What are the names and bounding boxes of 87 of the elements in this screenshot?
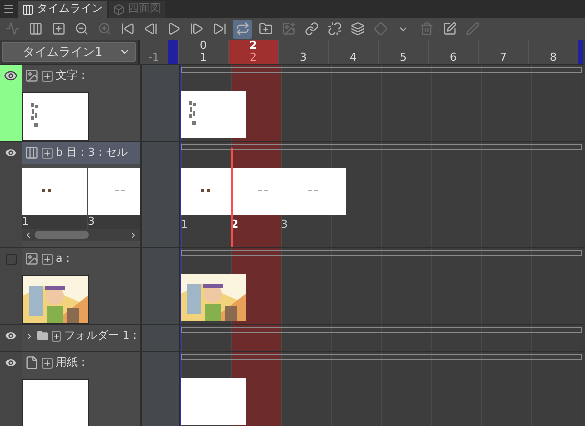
panel-tab[interactable]: タイムライン bbox=[18, 1, 107, 18]
ruler-frame[interactable]: 7 bbox=[478, 40, 528, 64]
layer-name: b 目 : 3 : セル bbox=[56, 144, 128, 161]
loop-button[interactable] bbox=[233, 20, 252, 38]
ruler-frame[interactable]: 2 2 bbox=[228, 40, 278, 64]
box-icon bbox=[113, 4, 125, 16]
paper-icon bbox=[25, 356, 39, 370]
frame-number: 8 bbox=[550, 52, 557, 64]
closed-eyes-thumbnail bbox=[281, 168, 346, 215]
second-marker: 0 bbox=[200, 40, 207, 52]
add-timeline-icon bbox=[52, 22, 66, 36]
start-marker[interactable] bbox=[168, 40, 178, 64]
link-icon bbox=[304, 22, 318, 36]
frame-number: 5 bbox=[400, 52, 407, 64]
edit-icon bbox=[442, 22, 456, 36]
ruler-frame[interactable]: 8 bbox=[528, 40, 578, 64]
second-marker: 2 bbox=[250, 40, 258, 52]
visibility-cell[interactable] bbox=[0, 248, 22, 324]
blank-thumbnail bbox=[23, 380, 88, 426]
ruler-frame[interactable]: 6 bbox=[428, 40, 478, 64]
layer-name: a : bbox=[56, 250, 70, 267]
step-forward-icon bbox=[190, 22, 204, 36]
timeline-icon bbox=[28, 22, 42, 36]
frame-number: -1 bbox=[148, 52, 160, 64]
layer-name: 文字 : bbox=[56, 68, 86, 84]
folder-icon bbox=[37, 329, 49, 343]
plus-icon[interactable] bbox=[42, 254, 53, 264]
ruler-frame[interactable]: 5 bbox=[378, 40, 428, 64]
loop-icon bbox=[236, 22, 250, 36]
image-layer-icon bbox=[25, 252, 39, 266]
layer-name: 用紙 : bbox=[56, 354, 86, 371]
frame-number: 2 bbox=[250, 52, 257, 64]
sketch-thumbnail bbox=[23, 93, 88, 140]
skip-forward-icon bbox=[212, 22, 226, 36]
timeline-dropdown[interactable]: タイムライン1 bbox=[2, 42, 136, 62]
scroll-right-icon[interactable] bbox=[129, 230, 138, 240]
delete-icon bbox=[420, 22, 434, 36]
visibility-cell[interactable] bbox=[0, 142, 22, 247]
frame-number: 7 bbox=[500, 52, 507, 64]
visibility-cell[interactable] bbox=[0, 325, 22, 351]
skip-back-icon bbox=[120, 22, 134, 36]
layer-name: フォルダー 1 : bbox=[64, 328, 137, 344]
visibility-cell[interactable] bbox=[0, 352, 22, 426]
plus-icon[interactable] bbox=[52, 330, 62, 342]
frame-number: 3 bbox=[300, 52, 307, 64]
image-layer-icon bbox=[25, 69, 39, 83]
cel-label: 3 bbox=[88, 215, 140, 229]
scroll-thumb[interactable] bbox=[35, 231, 89, 239]
cel-label: 3 bbox=[281, 217, 289, 233]
end-marker[interactable] bbox=[578, 40, 583, 64]
closed-eyes-thumbnail bbox=[231, 168, 281, 215]
add-cel-icon bbox=[282, 22, 296, 36]
cel-label: 1 bbox=[22, 215, 87, 229]
visibility-checkbox bbox=[6, 254, 16, 265]
plus-icon[interactable] bbox=[42, 358, 53, 368]
layers-icon bbox=[350, 22, 364, 36]
add-folder-icon bbox=[258, 22, 272, 36]
animation-folder-icon bbox=[25, 146, 39, 160]
timeline-icon bbox=[22, 4, 34, 16]
eyes-thumbnail bbox=[181, 168, 231, 215]
blank-thumbnail bbox=[181, 378, 246, 425]
plus-icon[interactable] bbox=[42, 70, 53, 82]
step-back-icon bbox=[144, 22, 158, 36]
zoom-out-icon bbox=[74, 22, 88, 36]
unlink-icon bbox=[328, 22, 342, 36]
scrollbar[interactable] bbox=[22, 229, 140, 241]
plus-icon[interactable] bbox=[42, 148, 53, 158]
frame-number: 1 bbox=[200, 52, 207, 64]
pen-icon bbox=[466, 22, 480, 36]
closed-eyes-thumbnail bbox=[88, 168, 140, 215]
eye-icon bbox=[4, 69, 18, 83]
frame-number: 6 bbox=[450, 52, 457, 64]
eyes-thumbnail bbox=[22, 168, 87, 215]
ruler-frame[interactable]: 4 bbox=[328, 40, 378, 64]
sketch-thumbnail bbox=[181, 91, 246, 138]
diamond-icon bbox=[374, 22, 388, 36]
ruler-frame[interactable]: 3 bbox=[278, 40, 328, 64]
layer-header[interactable]: b 目 : 3 : セル bbox=[22, 142, 140, 164]
ruler-frame[interactable]: 0 1 bbox=[178, 40, 228, 64]
scroll-left-icon[interactable] bbox=[24, 230, 33, 240]
graph-icon bbox=[6, 22, 20, 36]
visibility-cell[interactable] bbox=[0, 65, 22, 141]
menu-icon[interactable] bbox=[3, 3, 15, 15]
frame-number: 4 bbox=[350, 52, 357, 64]
play-icon bbox=[166, 22, 180, 36]
zoom-in-icon bbox=[98, 22, 112, 36]
cel-label: 1 bbox=[181, 217, 189, 233]
